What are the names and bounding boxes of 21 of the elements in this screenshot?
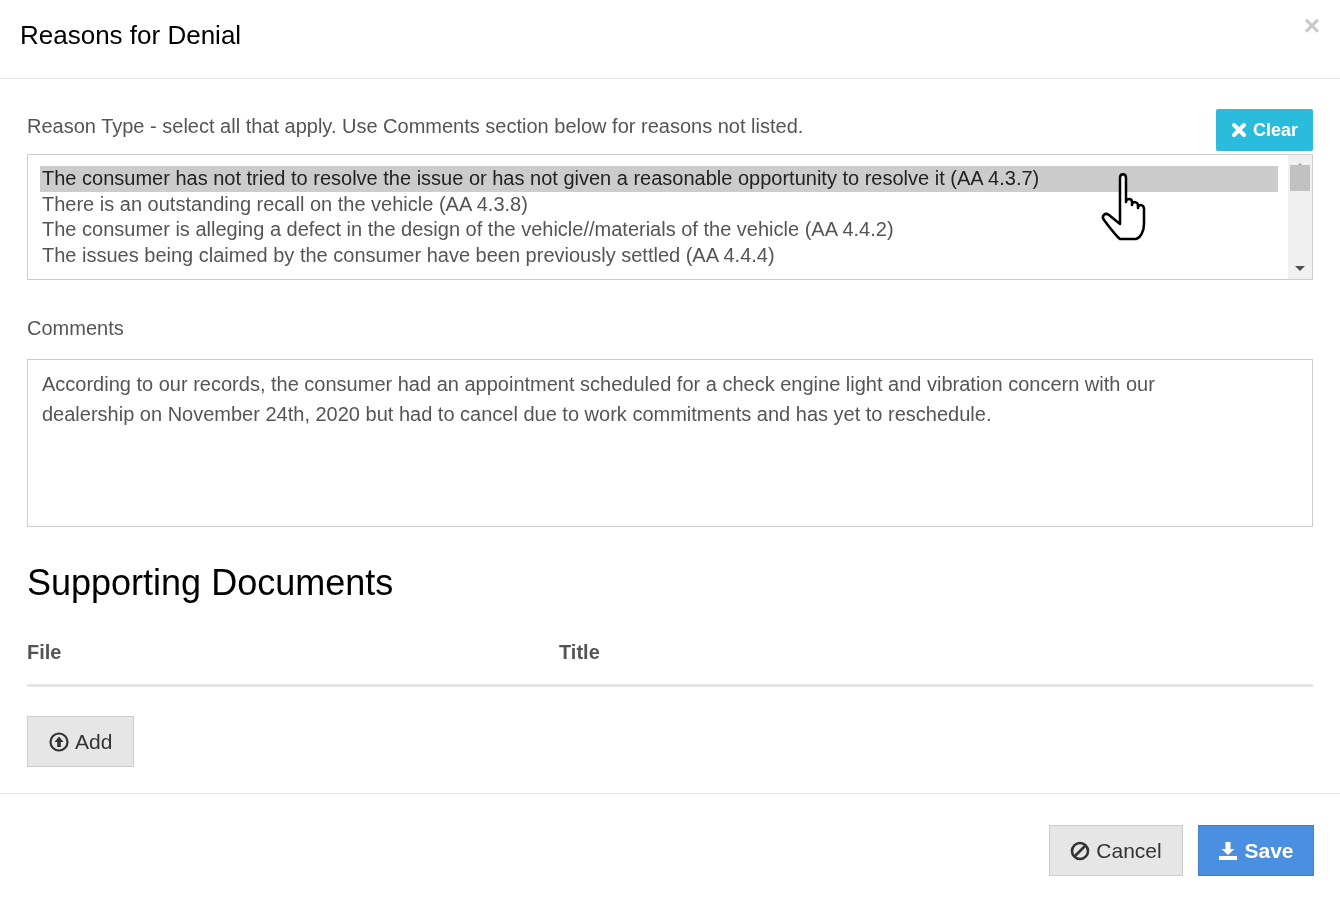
close-icon bbox=[1230, 122, 1247, 138]
add-button[interactable]: Add bbox=[27, 716, 135, 767]
list-option[interactable]: The consumer is alleging a defect in the design of the vehicle//materials of the vehicle (AA 4.4.2) bbox=[40, 217, 1278, 243]
column-header: Title bbox=[559, 640, 600, 665]
upload-icon bbox=[49, 731, 69, 752]
field-label: Comments bbox=[27, 316, 125, 341]
list-option[interactable]: The consumer has not tried to resolve the issue or has not given a reasonable opportunity to resolve it (AA 4.3.7) bbox=[40, 166, 1278, 192]
list-option[interactable]: The issues being claimed by the consumer have been previously settled (AA 4.4.4) bbox=[40, 242, 1278, 268]
dialog-title: Reasons for Denial bbox=[20, 19, 242, 51]
download-icon bbox=[1218, 840, 1239, 861]
scroll-down-icon[interactable] bbox=[1294, 265, 1306, 273]
field-label: Reason Type - select all that apply. Use Comments section below for reasons not listed. bbox=[27, 114, 804, 139]
section-heading: Supporting Documents bbox=[27, 561, 395, 605]
column-header: File bbox=[27, 640, 63, 665]
reason-listbox[interactable] bbox=[27, 154, 1313, 280]
list-option[interactable]: There is an outstanding recall on the vehicle (AA 4.3.8) bbox=[40, 191, 1278, 217]
cancel-button[interactable]: Cancel bbox=[1049, 825, 1183, 876]
scroll-thumb[interactable] bbox=[1290, 165, 1310, 191]
prohibited-icon bbox=[1070, 840, 1091, 861]
scrollbar[interactable] bbox=[1288, 155, 1312, 279]
comments-field[interactable]: According to our records, the consumer had an appointment scheduled for a check engine light and vibration concern with our dealership on November 24th, 2020 but had to cancel due to work commitments and has yet to reschedule. bbox=[27, 359, 1313, 527]
